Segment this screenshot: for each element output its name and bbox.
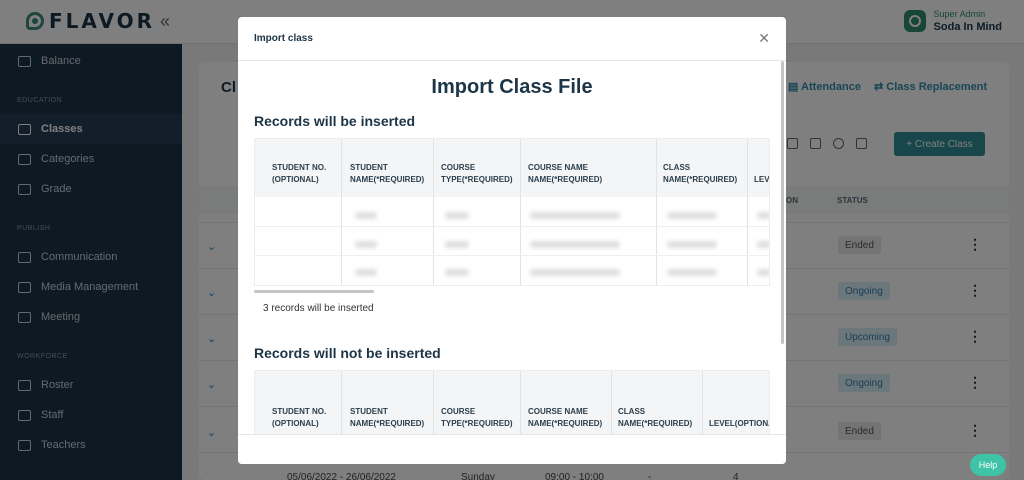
modal-footer: [238, 434, 786, 464]
blurred-cell: [530, 212, 620, 219]
blurred-cell: [445, 241, 469, 248]
col-student-no: STUDENT NO.(OPTIONAL): [272, 163, 327, 184]
blurred-cell: [757, 269, 769, 276]
modal-body[interactable]: Import Class File Records will be insert…: [238, 61, 786, 434]
col-course-type: COURSE TYPE(*REQUIRED): [441, 163, 513, 184]
col-student-name: STUDENT NAME(*REQUIRED): [350, 407, 425, 428]
close-icon[interactable]: ✕: [758, 30, 770, 47]
inserted-count-text: 3 records will be inserted: [263, 303, 374, 314]
modal-title: Import class: [254, 33, 313, 44]
col-course-name: COURSE NAME NAME(*REQUIRED): [528, 407, 603, 428]
help-button[interactable]: Help: [970, 454, 1006, 476]
column-divider: [433, 371, 434, 434]
col-course-name: COURSE NAME NAME(*REQUIRED): [528, 163, 603, 184]
blurred-cell: [355, 212, 377, 219]
row-divider: [255, 255, 769, 256]
column-divider: [433, 139, 434, 285]
col-level: LEVE: [754, 175, 770, 184]
not-inserted-section-title: Records will not be inserted: [254, 345, 441, 361]
blurred-cell: [667, 269, 717, 276]
modal-header: Import class ✕: [238, 17, 786, 61]
col-class-name: CLASS NAME(*REQUIRED): [663, 163, 738, 184]
column-divider: [747, 139, 748, 285]
col-student-name: STUDENT NAME(*REQUIRED): [350, 163, 425, 184]
blurred-cell: [530, 269, 620, 276]
import-class-modal: Import class ✕ Import Class File Records…: [238, 17, 786, 464]
inserted-records-table[interactable]: STUDENT NO.(OPTIONAL) STUDENT NAME(*REQU…: [254, 138, 770, 286]
column-divider: [520, 139, 521, 285]
col-level: LEVEL(OPTIONA: [709, 419, 770, 428]
not-inserted-records-table[interactable]: STUDENT NO.(OPTIONAL) STUDENT NAME(*REQU…: [254, 370, 770, 434]
vertical-scrollbar[interactable]: [781, 61, 784, 344]
import-heading: Import Class File: [431, 76, 593, 98]
inserted-section-title: Records will be inserted: [254, 113, 416, 129]
blurred-cell: [355, 241, 377, 248]
horizontal-scrollbar[interactable]: [254, 290, 374, 293]
column-divider: [702, 371, 703, 434]
blurred-cell: [757, 212, 769, 219]
column-divider: [520, 371, 521, 434]
col-student-no: STUDENT NO.(OPTIONAL): [272, 407, 327, 428]
col-class-name: CLASS NAME(*REQUIRED): [618, 407, 693, 428]
blurred-cell: [445, 212, 469, 219]
blurred-cell: [757, 241, 769, 248]
column-divider: [611, 371, 612, 434]
blurred-cell: [355, 269, 377, 276]
row-divider: [255, 226, 769, 227]
blurred-cell: [667, 241, 717, 248]
blurred-cell: [667, 212, 717, 219]
column-divider: [656, 139, 657, 285]
column-divider: [341, 371, 342, 434]
column-divider: [341, 139, 342, 285]
blurred-cell: [445, 269, 469, 276]
col-course-type: COURSE TYPE(*REQUIRED): [441, 407, 513, 428]
blurred-cell: [530, 241, 620, 248]
